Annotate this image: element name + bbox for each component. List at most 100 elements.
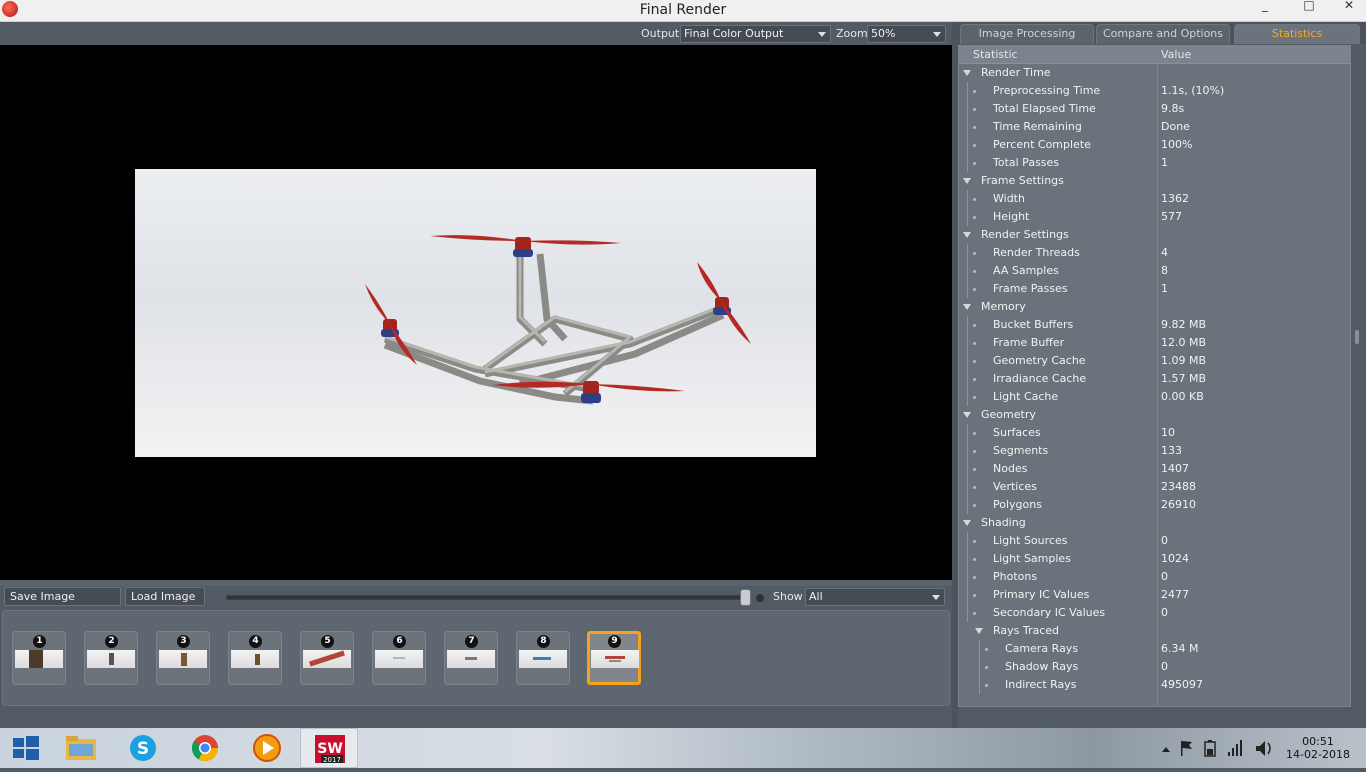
statistics-group-row[interactable]: Render Settings [959,226,1350,244]
thumb-image [591,650,639,668]
statistics-row[interactable]: Light Cache 0.00 KB [959,388,1350,406]
history-thumb-8[interactable]: 8 [516,631,570,685]
statistic-label: Camera Rays [1005,642,1079,655]
statistics-row[interactable]: Nodes 1407 [959,460,1350,478]
expand-triangle-icon[interactable] [963,304,971,310]
history-thumb-7[interactable]: 7 [444,631,498,685]
statistics-row[interactable]: Bucket Buffers 9.82 MB [959,316,1350,334]
chrome-icon[interactable] [176,728,234,768]
history-thumb-3[interactable]: 3 [156,631,210,685]
tree-node-icon [973,288,976,291]
zoom-select[interactable]: 50% [867,25,946,43]
tab-statistics[interactable]: Statistics [1234,24,1360,44]
statistics-group-row[interactable]: Shading [959,514,1350,532]
history-thumb-2[interactable]: 2 [84,631,138,685]
thumb-image [447,650,495,668]
statistic-label: Surfaces [993,426,1041,439]
statistics-group-row[interactable]: Frame Settings [959,172,1350,190]
statistics-row[interactable]: Camera Rays 6.34 M [959,640,1350,658]
save-image-button[interactable]: Save Image [4,587,121,606]
show-select[interactable]: All [805,588,945,606]
statistics-row[interactable]: Light Samples 1024 [959,550,1350,568]
expand-triangle-icon[interactable] [975,628,983,634]
history-thumb-9[interactable]: 9 [587,631,641,685]
expand-triangle-icon[interactable] [963,70,971,76]
statistics-row[interactable]: Polygons 26910 [959,496,1350,514]
statistics-row[interactable]: Primary IC Values 2477 [959,586,1350,604]
tree-line [967,280,968,298]
statistics-row[interactable]: Frame Buffer 12.0 MB [959,334,1350,352]
thumb-image [519,650,567,668]
expand-triangle-icon[interactable] [963,232,971,238]
statistics-row[interactable]: Total Elapsed Time 9.8s [959,100,1350,118]
history-thumb-4[interactable]: 4 [228,631,282,685]
solidworks-label: SW [317,741,343,757]
battery-icon [1204,740,1216,757]
tree-line [967,190,968,208]
statistics-row[interactable]: AA Samples 8 [959,262,1350,280]
file-explorer-icon[interactable] [52,728,110,768]
tree-node-icon [973,342,976,345]
statistic-label: Total Elapsed Time [993,102,1096,115]
expand-triangle-icon[interactable] [963,178,971,184]
statistics-row[interactable]: Width 1362 [959,190,1350,208]
statistics-row[interactable]: Shadow Rays 0 [959,658,1350,676]
column-value[interactable]: Value [1161,46,1191,64]
statistics-row[interactable]: Indirect Rays 495097 [959,676,1350,694]
column-statistic[interactable]: Statistic [973,46,1018,64]
history-thumb-5[interactable]: 5 [300,631,354,685]
solidworks-icon[interactable]: SW 2017 [300,728,358,768]
maximize-button[interactable]: □ [1296,0,1322,14]
expand-triangle-icon[interactable] [963,412,971,418]
windows-start-icon[interactable] [0,728,50,768]
load-image-button[interactable]: Load Image [125,587,205,606]
output-select[interactable]: Final Color Output [680,25,831,43]
render-viewport[interactable] [0,45,952,580]
statistics-row[interactable]: Secondary IC Values 0 [959,604,1350,622]
statistics-row[interactable]: Total Passes 1 [959,154,1350,172]
statistics-row[interactable]: Geometry Cache 1.09 MB [959,352,1350,370]
scroll-grip[interactable] [1355,330,1359,344]
history-thumb-1[interactable]: 1 [12,631,66,685]
statistic-label: Photons [993,570,1038,583]
tree-line [967,568,968,586]
statistics-row[interactable]: Segments 133 [959,442,1350,460]
statistics-row[interactable]: Percent Complete 100% [959,136,1350,154]
statistics-group-row[interactable]: Render Time [959,64,1350,82]
skype-icon[interactable]: S [114,728,172,768]
system-clock[interactable]: 00:51 14-02-2018 [1283,735,1353,761]
tab-image-processing[interactable]: Image Processing [960,24,1094,44]
statistics-row[interactable]: Preprocessing Time 1.1s, (10%) [959,82,1350,100]
statistic-label: Total Passes [993,156,1060,169]
statistics-row[interactable]: Irradiance Cache 1.57 MB [959,370,1350,388]
media-player-icon[interactable] [238,728,296,768]
statistics-row[interactable]: Light Sources 0 [959,532,1350,550]
statistic-label: Light Sources [993,534,1068,547]
statistics-row[interactable]: Render Threads 4 [959,244,1350,262]
tree-line [967,478,968,496]
tree-node-icon [973,162,976,165]
statistic-value: 8 [1161,264,1168,277]
minimize-button[interactable]: _ [1252,0,1278,14]
statistics-row[interactable]: Surfaces 10 [959,424,1350,442]
tab-compare-and-options[interactable]: Compare and Options [1096,24,1230,44]
statistics-group-row[interactable]: Geometry [959,406,1350,424]
statistics-row[interactable]: Frame Passes 1 [959,280,1350,298]
statistics-group-row[interactable]: Rays Traced [959,622,1350,640]
close-button[interactable]: ✕ [1336,0,1362,14]
statistics-group-row[interactable]: Memory [959,298,1350,316]
panel-tabs: Image Processing Compare and Options Sta… [958,22,1366,44]
tree-node-icon [973,126,976,129]
tree-node-icon [985,684,988,687]
statistics-row[interactable]: Vertices 23488 [959,478,1350,496]
history-slider-thumb[interactable] [740,589,751,606]
show-value: All [809,590,823,603]
expand-triangle-icon[interactable] [963,520,971,526]
statistics-row[interactable]: Time Remaining Done [959,118,1350,136]
history-thumb-6[interactable]: 6 [372,631,426,685]
statistics-row[interactable]: Photons 0 [959,568,1350,586]
history-slider-track[interactable] [226,595,744,600]
zoom-label: Zoom [836,27,868,40]
statistics-row[interactable]: Height 577 [959,208,1350,226]
statistics-scrollbar[interactable] [1352,45,1366,725]
